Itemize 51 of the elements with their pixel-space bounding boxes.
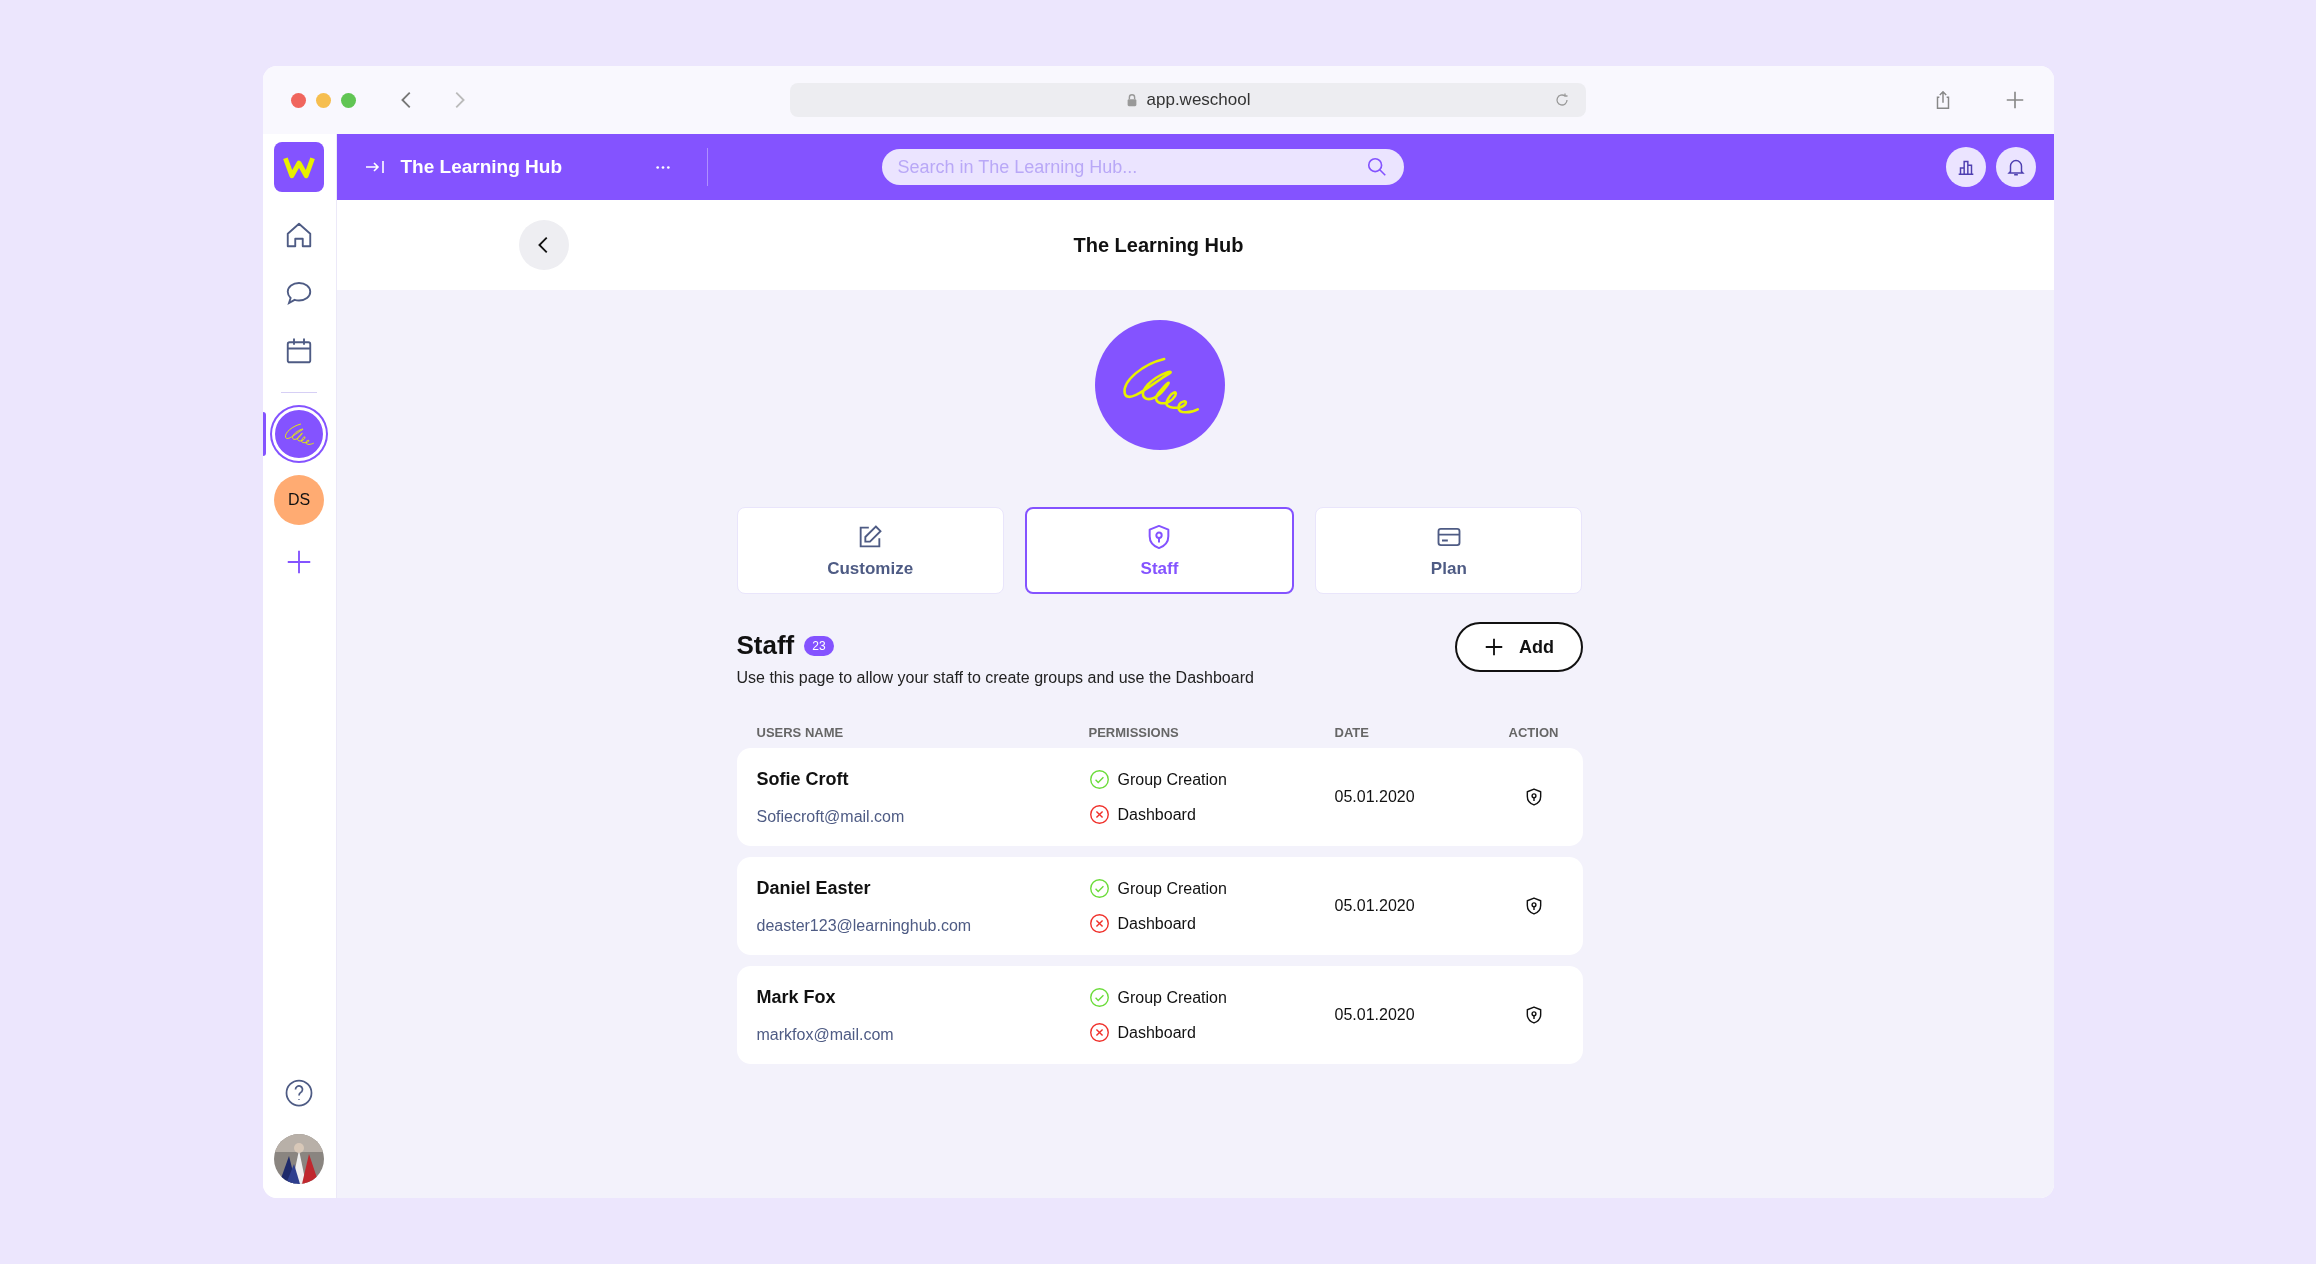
calendar-icon[interactable] — [284, 336, 314, 366]
column-header: USERS NAME — [756, 725, 845, 740]
table-row[interactable]: Mark Fox markfox@mail.com Group Creation Dashboard 05.01.2020 — [736, 966, 1583, 1064]
stats-button[interactable] — [1945, 147, 1986, 187]
permission-label: Group Creation — [1117, 879, 1227, 898]
w-logo-icon — [283, 155, 315, 179]
minimize-window-dot[interactable] — [315, 92, 331, 108]
notifications-button[interactable] — [1995, 147, 2036, 187]
space-avatar[interactable] — [272, 407, 326, 461]
reload-icon[interactable] — [1553, 92, 1570, 108]
plus-icon — [1483, 636, 1505, 658]
section-title: Staff — [736, 630, 795, 661]
permission-label: Dashboard — [1117, 914, 1196, 933]
date-cell-text: 05.01.2020 — [1334, 897, 1416, 915]
close-window-dot[interactable] — [290, 92, 306, 108]
home-icon[interactable] — [284, 220, 314, 250]
permission-label: Dashboard — [1117, 805, 1196, 824]
tab[interactable]: Staff — [1024, 507, 1295, 594]
search-icon — [1365, 156, 1388, 178]
table-row[interactable]: Daniel Easter deaster123@learninghub.com Group Creation Dashboard 05.01.2020 — [736, 857, 1583, 955]
space-title: The Learning Hub — [400, 156, 563, 178]
scribble-icon — [283, 422, 315, 446]
permission-label: Group Creation — [1117, 988, 1227, 1007]
table-row[interactable]: Sofie Croft Sofiecroft@mail.com Group Creation Dashboard 05.01.2020 — [736, 748, 1583, 846]
permission-label: Dashboard — [1117, 1023, 1196, 1042]
zoom-window-dot[interactable] — [340, 92, 356, 108]
help-icon[interactable] — [284, 1078, 314, 1108]
count-badge: 23 — [804, 635, 834, 656]
address-text: app.weschool — [1146, 90, 1251, 110]
permission-label: Group Creation — [1117, 770, 1227, 789]
add-button[interactable]: Add — [1454, 622, 1583, 672]
user-name: Sofie Croft — [756, 768, 850, 790]
tab[interactable]: Customize — [736, 507, 1004, 594]
date-cell-text: 05.01.2020 — [1334, 788, 1416, 806]
date-cell-text: 05.01.2020 — [1334, 1006, 1416, 1024]
column-header: ACTION — [1507, 725, 1560, 740]
space-avatar[interactable]: DS — [274, 475, 324, 525]
column-header: DATE — [1334, 725, 1370, 740]
column-header: PERMISSIONS — [1088, 725, 1180, 740]
section-description: Use this page to allow your staff to create groups and use the Dashboard — [736, 669, 1254, 687]
user-name: Daniel Easter — [756, 877, 872, 899]
user-email: markfox@mail.com — [756, 1025, 895, 1044]
user-email: Sofiecroft@mail.com — [756, 807, 906, 826]
user-email: deaster123@learninghub.com — [756, 916, 973, 935]
address-bar[interactable]: app.weschool — [789, 83, 1586, 117]
search-field[interactable]: Search in The Learning Hub... — [881, 149, 1404, 185]
user-name: Mark Fox — [756, 986, 837, 1008]
more-icon[interactable] — [654, 164, 671, 170]
page-title: The Learning Hub — [1072, 233, 1245, 257]
tab[interactable]: Plan — [1315, 507, 1583, 594]
app-logo[interactable] — [274, 142, 324, 192]
